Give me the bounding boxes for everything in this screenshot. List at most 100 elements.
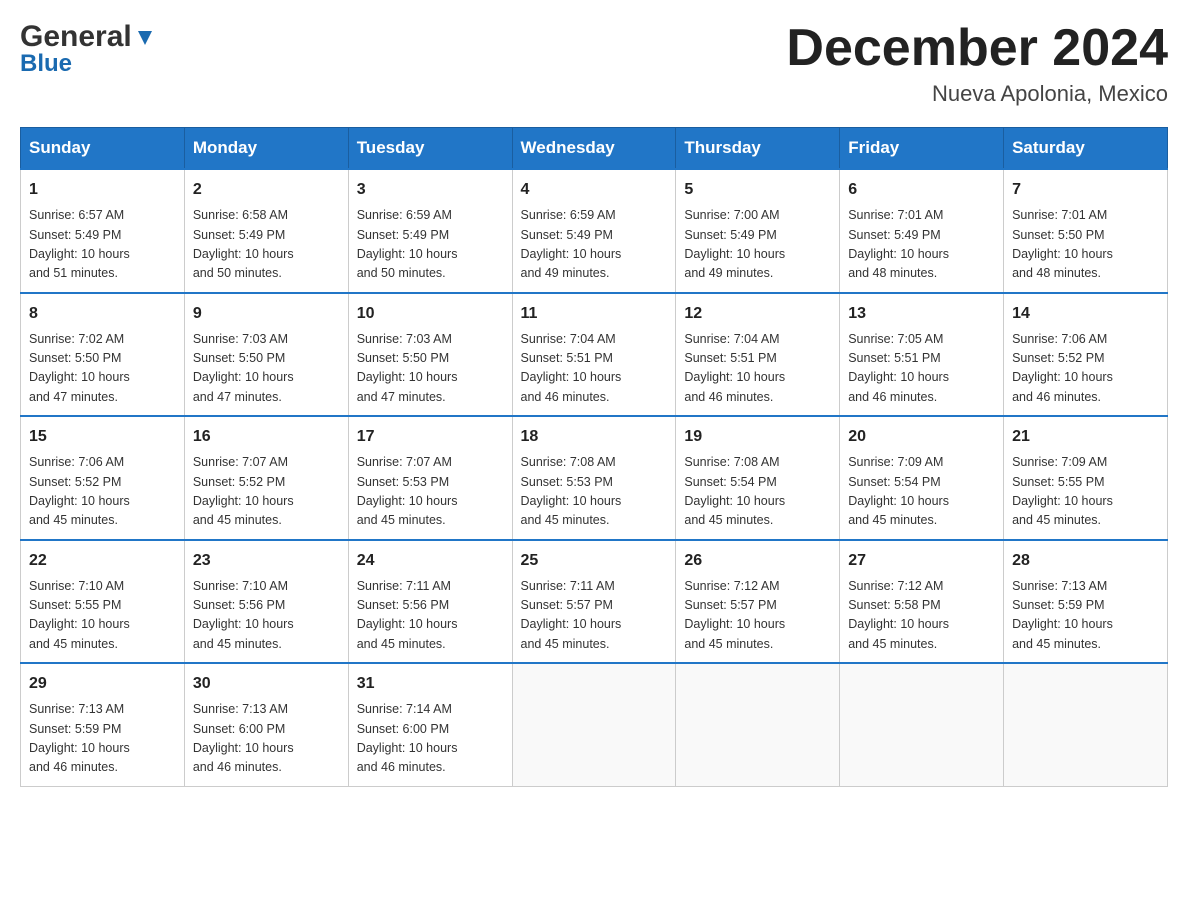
calendar-cell: 20 Sunrise: 7:09 AM Sunset: 5:54 PM Dayli…: [840, 416, 1004, 540]
day-info: Sunrise: 6:57 AM Sunset: 5:49 PM Dayligh…: [29, 206, 176, 284]
calendar-cell: 19 Sunrise: 7:08 AM Sunset: 5:54 PM Dayli…: [676, 416, 840, 540]
week-row-2: 8Sunrise: 7:02 AM Sunset: 5:50 PM Daylig…: [21, 293, 1168, 417]
day-info: Sunrise: 7:13 AM Sunset: 5:59 PM Dayligh…: [1012, 577, 1159, 655]
calendar-cell: 14 Sunrise: 7:06 AM Sunset: 5:52 PM Dayli…: [1004, 293, 1168, 417]
day-number: 19: [684, 425, 831, 449]
day-number: 20: [848, 425, 995, 449]
day-info: Sunrise: 7:00 AM Sunset: 5:49 PM Dayligh…: [684, 206, 831, 284]
day-info: Sunrise: 7:08 AM Sunset: 5:53 PM Dayligh…: [521, 453, 668, 531]
day-number: 6: [848, 178, 995, 202]
calendar-cell: 17 Sunrise: 7:07 AM Sunset: 5:53 PM Dayli…: [348, 416, 512, 540]
calendar-cell: 27Sunrise: 7:12 AM Sunset: 5:58 PM Dayli…: [840, 540, 1004, 664]
day-info: Sunrise: 7:12 AM Sunset: 5:58 PM Dayligh…: [848, 577, 995, 655]
day-info: Sunrise: 7:06 AM Sunset: 5:52 PM Dayligh…: [29, 453, 176, 531]
day-number: 7: [1012, 178, 1159, 202]
month-year-title: December 2024: [786, 20, 1168, 77]
day-info: Sunrise: 7:03 AM Sunset: 5:50 PM Dayligh…: [193, 330, 340, 408]
calendar-cell: 8Sunrise: 7:02 AM Sunset: 5:50 PM Daylig…: [21, 293, 185, 417]
calendar-cell: 3 Sunrise: 6:59 AM Sunset: 5:49 PM Daylig…: [348, 169, 512, 293]
day-info: Sunrise: 6:58 AM Sunset: 5:49 PM Dayligh…: [193, 206, 340, 284]
calendar-table: SundayMondayTuesdayWednesdayThursdayFrid…: [20, 127, 1168, 787]
day-info: Sunrise: 7:12 AM Sunset: 5:57 PM Dayligh…: [684, 577, 831, 655]
calendar-cell: 29Sunrise: 7:13 AM Sunset: 5:59 PM Dayli…: [21, 663, 185, 786]
day-number: 28: [1012, 549, 1159, 573]
week-row-5: 29Sunrise: 7:13 AM Sunset: 5:59 PM Dayli…: [21, 663, 1168, 786]
day-number: 3: [357, 178, 504, 202]
day-number: 30: [193, 672, 340, 696]
day-info: Sunrise: 7:10 AM Sunset: 5:56 PM Dayligh…: [193, 577, 340, 655]
week-row-1: 1 Sunrise: 6:57 AM Sunset: 5:49 PM Daylig…: [21, 169, 1168, 293]
day-info: Sunrise: 7:01 AM Sunset: 5:49 PM Dayligh…: [848, 206, 995, 284]
day-number: 14: [1012, 302, 1159, 326]
header-cell-monday: Monday: [184, 128, 348, 170]
day-number: 9: [193, 302, 340, 326]
calendar-cell: 2 Sunrise: 6:58 AM Sunset: 5:49 PM Daylig…: [184, 169, 348, 293]
day-info: Sunrise: 7:01 AM Sunset: 5:50 PM Dayligh…: [1012, 206, 1159, 284]
day-number: 2: [193, 178, 340, 202]
day-info: Sunrise: 7:05 AM Sunset: 5:51 PM Dayligh…: [848, 330, 995, 408]
day-info: Sunrise: 7:07 AM Sunset: 5:52 PM Dayligh…: [193, 453, 340, 531]
day-info: Sunrise: 7:06 AM Sunset: 5:52 PM Dayligh…: [1012, 330, 1159, 408]
day-info: Sunrise: 7:11 AM Sunset: 5:57 PM Dayligh…: [521, 577, 668, 655]
day-info: Sunrise: 7:08 AM Sunset: 5:54 PM Dayligh…: [684, 453, 831, 531]
header-cell-tuesday: Tuesday: [348, 128, 512, 170]
calendar-cell: 4Sunrise: 6:59 AM Sunset: 5:49 PM Daylig…: [512, 169, 676, 293]
calendar-cell: [676, 663, 840, 786]
day-number: 25: [521, 549, 668, 573]
calendar-cell: 5 Sunrise: 7:00 AM Sunset: 5:49 PM Daylig…: [676, 169, 840, 293]
header-row: SundayMondayTuesdayWednesdayThursdayFrid…: [21, 128, 1168, 170]
day-info: Sunrise: 7:04 AM Sunset: 5:51 PM Dayligh…: [521, 330, 668, 408]
day-number: 8: [29, 302, 176, 326]
calendar-cell: 23 Sunrise: 7:10 AM Sunset: 5:56 PM Dayli…: [184, 540, 348, 664]
calendar-cell: 7 Sunrise: 7:01 AM Sunset: 5:50 PM Daylig…: [1004, 169, 1168, 293]
calendar-cell: 25 Sunrise: 7:11 AM Sunset: 5:57 PM Dayli…: [512, 540, 676, 664]
week-row-4: 22 Sunrise: 7:10 AM Sunset: 5:55 PM Dayli…: [21, 540, 1168, 664]
calendar-header: SundayMondayTuesdayWednesdayThursdayFrid…: [21, 128, 1168, 170]
header-cell-thursday: Thursday: [676, 128, 840, 170]
day-number: 22: [29, 549, 176, 573]
calendar-cell: 10Sunrise: 7:03 AM Sunset: 5:50 PM Dayli…: [348, 293, 512, 417]
day-number: 13: [848, 302, 995, 326]
title-block: December 2024 Nueva Apolonia, Mexico: [786, 20, 1168, 107]
day-number: 17: [357, 425, 504, 449]
calendar-cell: 9 Sunrise: 7:03 AM Sunset: 5:50 PM Daylig…: [184, 293, 348, 417]
day-number: 10: [357, 302, 504, 326]
day-number: 24: [357, 549, 504, 573]
logo-blue-text: Blue: [20, 50, 72, 78]
day-info: Sunrise: 7:10 AM Sunset: 5:55 PM Dayligh…: [29, 577, 176, 655]
day-number: 4: [521, 178, 668, 202]
location-subtitle: Nueva Apolonia, Mexico: [786, 81, 1168, 107]
day-number: 5: [684, 178, 831, 202]
calendar-cell: [840, 663, 1004, 786]
day-info: Sunrise: 7:13 AM Sunset: 6:00 PM Dayligh…: [193, 700, 340, 778]
calendar-cell: 30 Sunrise: 7:13 AM Sunset: 6:00 PM Dayli…: [184, 663, 348, 786]
day-info: Sunrise: 7:09 AM Sunset: 5:54 PM Dayligh…: [848, 453, 995, 531]
calendar-cell: 6 Sunrise: 7:01 AM Sunset: 5:49 PM Daylig…: [840, 169, 1004, 293]
day-number: 1: [29, 178, 176, 202]
calendar-cell: 1 Sunrise: 6:57 AM Sunset: 5:49 PM Daylig…: [21, 169, 185, 293]
calendar-cell: [512, 663, 676, 786]
calendar-cell: 12 Sunrise: 7:04 AM Sunset: 5:51 PM Dayli…: [676, 293, 840, 417]
day-number: 31: [357, 672, 504, 696]
day-number: 23: [193, 549, 340, 573]
logo-general-text: General: [20, 20, 132, 54]
week-row-3: 15 Sunrise: 7:06 AM Sunset: 5:52 PM Dayli…: [21, 416, 1168, 540]
calendar-cell: 21 Sunrise: 7:09 AM Sunset: 5:55 PM Dayli…: [1004, 416, 1168, 540]
calendar-body: 1 Sunrise: 6:57 AM Sunset: 5:49 PM Daylig…: [21, 169, 1168, 786]
day-number: 21: [1012, 425, 1159, 449]
day-info: Sunrise: 7:07 AM Sunset: 5:53 PM Dayligh…: [357, 453, 504, 531]
header-cell-sunday: Sunday: [21, 128, 185, 170]
day-info: Sunrise: 7:14 AM Sunset: 6:00 PM Dayligh…: [357, 700, 504, 778]
day-number: 11: [521, 302, 668, 326]
day-info: Sunrise: 7:11 AM Sunset: 5:56 PM Dayligh…: [357, 577, 504, 655]
day-number: 16: [193, 425, 340, 449]
calendar-cell: 15 Sunrise: 7:06 AM Sunset: 5:52 PM Dayli…: [21, 416, 185, 540]
calendar-cell: 28 Sunrise: 7:13 AM Sunset: 5:59 PM Dayli…: [1004, 540, 1168, 664]
calendar-cell: 26Sunrise: 7:12 AM Sunset: 5:57 PM Dayli…: [676, 540, 840, 664]
day-number: 15: [29, 425, 176, 449]
logo-triangle-icon: [134, 27, 156, 49]
day-info: Sunrise: 7:09 AM Sunset: 5:55 PM Dayligh…: [1012, 453, 1159, 531]
day-info: Sunrise: 6:59 AM Sunset: 5:49 PM Dayligh…: [357, 206, 504, 284]
day-number: 12: [684, 302, 831, 326]
day-info: Sunrise: 7:04 AM Sunset: 5:51 PM Dayligh…: [684, 330, 831, 408]
